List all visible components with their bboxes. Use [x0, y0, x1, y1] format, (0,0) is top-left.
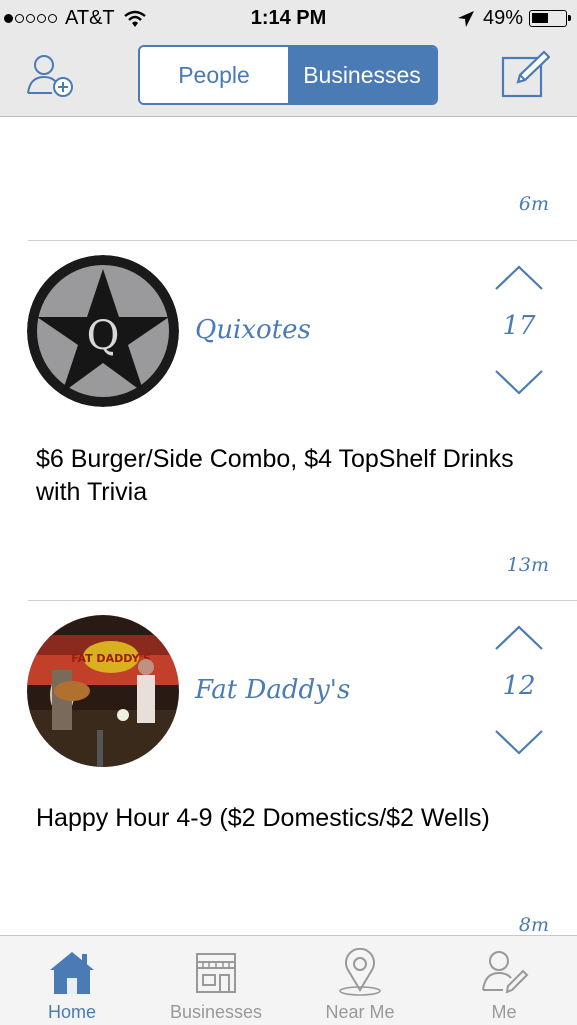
tab-me[interactable]: Me: [432, 936, 576, 1025]
fat-daddys-photo: FAT DADDY'S: [27, 615, 179, 767]
compose-icon[interactable]: [500, 50, 550, 100]
tab-label: Near Me: [325, 1002, 395, 1022]
upvote-chevron-icon[interactable]: [492, 623, 546, 653]
upvote-chevron-icon[interactable]: [492, 263, 546, 293]
battery-percent: 49%: [482, 7, 523, 29]
tab-near-me[interactable]: Near Me: [288, 936, 432, 1025]
home-icon: [50, 952, 94, 994]
segment-people[interactable]: People: [140, 47, 288, 103]
status-bar: AT&T 1:14 PM 49%: [0, 0, 577, 38]
quixotes-logo-icon: Q: [27, 255, 179, 407]
downvote-chevron-icon[interactable]: [492, 367, 546, 397]
status-right: 49%: [457, 7, 571, 30]
tab-home[interactable]: Home: [0, 936, 144, 1025]
segment-businesses[interactable]: Businesses: [288, 47, 436, 103]
tab-businesses[interactable]: Businesses: [144, 936, 288, 1025]
business-name[interactable]: Quixotes: [195, 315, 311, 345]
battery-icon: [529, 10, 571, 27]
divider: [28, 240, 577, 241]
vote-count: 12: [502, 671, 536, 701]
business-avatar[interactable]: Q: [27, 255, 179, 407]
downvote-chevron-icon[interactable]: [492, 727, 546, 757]
people-businesses-segmented-control[interactable]: People Businesses: [138, 45, 438, 105]
tab-label: Me: [491, 1002, 517, 1022]
business-feed[interactable]: 6m Q Quixotes 17 $6 Burger/Side Combo, $…: [0, 117, 577, 935]
vote-count: 17: [502, 311, 536, 341]
svg-text:Q: Q: [87, 313, 120, 359]
business-name[interactable]: Fat Daddy's: [195, 675, 350, 705]
divider: [28, 600, 577, 601]
storefront-icon: [196, 953, 236, 993]
svg-text:FAT DADDY'S: FAT DADDY'S: [71, 652, 151, 665]
post-timestamp: 6m: [518, 193, 549, 215]
post-timestamp: 13m: [506, 554, 549, 576]
deal-text: Happy Hour 4-9 ($2 Domestics/$2 Wells): [36, 804, 490, 832]
location-arrow-icon: [457, 10, 474, 27]
post-timestamp: 8m: [518, 914, 549, 935]
map-pin-icon: [339, 948, 381, 996]
deal-text: $6 Burger/Side Combo, $4 TopShelf Drinks…: [36, 445, 514, 506]
navigation-bar: People Businesses: [0, 38, 577, 117]
tab-label: Businesses: [169, 1002, 263, 1022]
add-person-icon[interactable]: [26, 53, 78, 101]
tab-label: Home: [47, 1002, 96, 1022]
business-avatar[interactable]: FAT DADDY'S: [27, 615, 179, 767]
tab-bar: Home Businesses Near Me Me: [0, 935, 577, 1025]
user-edit-icon: [482, 951, 529, 994]
